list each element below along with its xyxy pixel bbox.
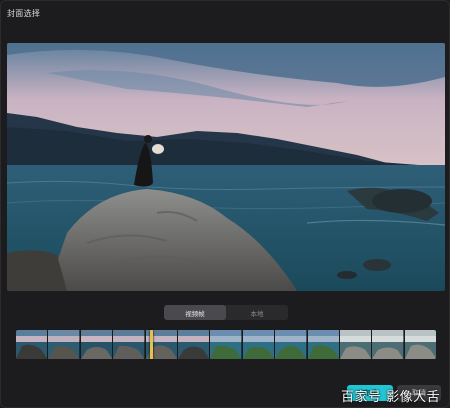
tab-local[interactable]: 本地 xyxy=(226,305,288,320)
filmstrip-frame[interactable] xyxy=(80,330,114,359)
filmstrip-frame[interactable] xyxy=(307,330,340,359)
dialog-title: 封面选择 xyxy=(7,8,41,18)
filmstrip-frame[interactable] xyxy=(48,330,81,359)
frame-filmstrip[interactable] xyxy=(16,330,436,359)
confirm-button[interactable]: 完成 xyxy=(347,385,393,401)
cover-preview xyxy=(7,43,445,291)
tab-video-frames[interactable]: 视频帧 xyxy=(164,305,226,320)
cover-source-tabs: 视频帧 本地 xyxy=(164,305,288,320)
filmstrip-frame[interactable] xyxy=(177,330,211,359)
cover-select-dialog: 封面选择 视频帧 本地 完成 取消 百家号 影像大舌 xyxy=(0,0,450,408)
filmstrip-frame[interactable] xyxy=(275,330,308,359)
cancel-button[interactable]: 取消 xyxy=(397,385,441,401)
seascape-image xyxy=(7,43,445,291)
filmstrip-frame[interactable] xyxy=(339,330,373,359)
filmstrip-frame[interactable] xyxy=(210,330,243,359)
filmstrip-frame[interactable] xyxy=(113,330,146,359)
filmstrip-frame[interactable] xyxy=(16,330,49,359)
titlebar: 封面选择 xyxy=(1,1,449,25)
filmstrip-frame[interactable] xyxy=(242,330,276,359)
filmstrip-frame[interactable] xyxy=(404,330,436,359)
filmstrip-frame[interactable] xyxy=(372,330,405,359)
playhead-handle[interactable] xyxy=(150,330,153,359)
